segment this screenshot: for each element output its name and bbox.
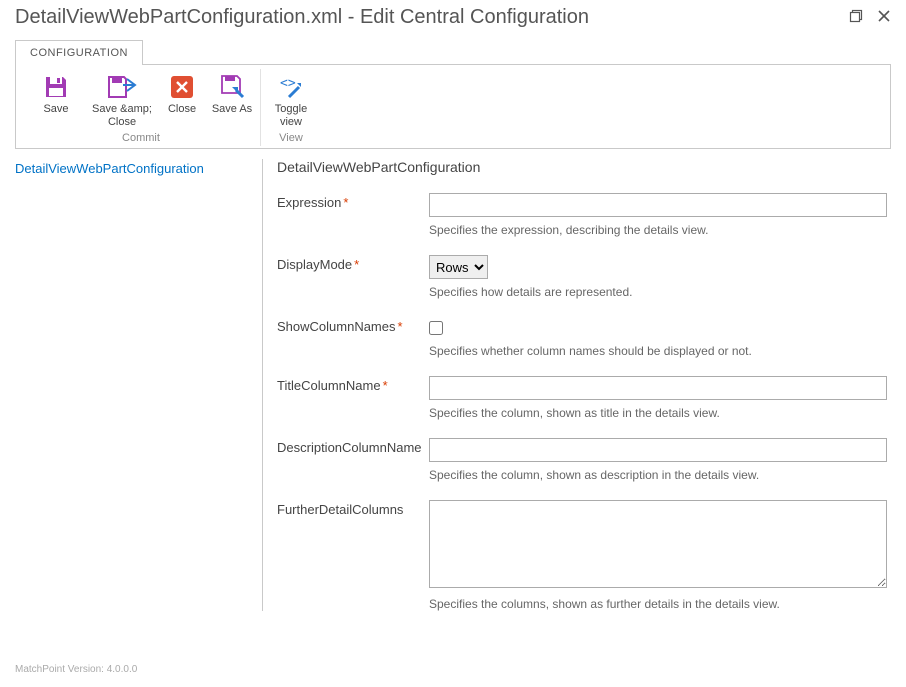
- hint-titlecolumnname: Specifies the column, shown as title in …: [429, 406, 887, 420]
- hint-displaymode: Specifies how details are represented.: [429, 285, 887, 299]
- titlebar: DetailViewWebPartConfiguration.xml - Edi…: [15, 0, 891, 33]
- form-heading: DetailViewWebPartConfiguration: [277, 159, 887, 175]
- close-icon-ribbon: [169, 71, 195, 103]
- save-close-icon: [107, 71, 137, 103]
- expression-input[interactable]: [429, 193, 887, 217]
- save-close-label: Save &amp; Close: [90, 103, 154, 128]
- row-showcolumnnames: ShowColumnNames* Specifies whether colum…: [277, 317, 887, 358]
- save-as-icon: [218, 71, 246, 103]
- nav-item-root[interactable]: DetailViewWebPartConfiguration: [15, 159, 254, 178]
- label-displaymode: DisplayMode*: [277, 255, 429, 272]
- label-expression: Expression*: [277, 193, 429, 210]
- close-label: Close: [168, 103, 196, 116]
- label-descriptioncolumnname: DescriptionColumnName: [277, 438, 429, 455]
- window: DetailViewWebPartConfiguration.xml - Edi…: [0, 0, 906, 687]
- save-as-label: Save As: [212, 103, 252, 116]
- label-titlecolumnname: TitleColumnName*: [277, 376, 429, 393]
- save-label: Save: [43, 103, 68, 116]
- window-controls: [849, 9, 891, 27]
- hint-expression: Specifies the expression, describing the…: [429, 223, 887, 237]
- hint-descriptioncolumnname: Specifies the column, shown as descripti…: [429, 468, 887, 482]
- hint-showcolumnnames: Specifies whether column names should be…: [429, 344, 887, 358]
- ribbon-group-commit-label: Commit: [122, 130, 160, 146]
- required-marker: *: [354, 257, 359, 272]
- close-icon[interactable]: [877, 9, 891, 27]
- vertical-divider: [262, 159, 263, 611]
- toggle-view-button[interactable]: <> Toggle view: [267, 69, 315, 130]
- row-expression: Expression* Specifies the expression, de…: [277, 193, 887, 237]
- toggle-view-label: Toggle view: [267, 103, 315, 128]
- content: DetailViewWebPartConfiguration DetailVie…: [15, 159, 891, 611]
- save-as-button[interactable]: Save As: [210, 69, 254, 130]
- descriptioncolumnname-input[interactable]: [429, 438, 887, 462]
- save-close-button[interactable]: Save &amp; Close: [90, 69, 154, 130]
- save-button[interactable]: Save: [28, 69, 84, 130]
- showcolumnnames-checkbox[interactable]: [429, 321, 443, 335]
- row-furtherdetailcolumns: FurtherDetailColumns Specifies the colum…: [277, 500, 887, 611]
- tabstrip: CONFIGURATION: [15, 39, 891, 64]
- ribbon-group-commit: Save Save &amp; Close Close: [22, 69, 260, 146]
- ribbon-group-view: <> Toggle view View: [260, 69, 321, 146]
- displaymode-select[interactable]: Rows: [429, 255, 488, 279]
- save-icon: [42, 71, 70, 103]
- row-descriptioncolumnname: DescriptionColumnName Specifies the colu…: [277, 438, 887, 482]
- close-button[interactable]: Close: [160, 69, 204, 130]
- form: DetailViewWebPartConfiguration Expressio…: [277, 159, 891, 611]
- required-marker: *: [383, 378, 388, 393]
- svg-text:<>: <>: [280, 76, 296, 91]
- label-furtherdetailcolumns: FurtherDetailColumns: [277, 500, 429, 517]
- tab-configuration[interactable]: CONFIGURATION: [15, 40, 143, 65]
- nav-tree: DetailViewWebPartConfiguration: [15, 159, 262, 611]
- furtherdetailcolumns-textarea[interactable]: [429, 500, 887, 588]
- ribbon: Save Save &amp; Close Close: [15, 64, 891, 149]
- label-showcolumnnames: ShowColumnNames*: [277, 317, 429, 334]
- required-marker: *: [398, 319, 403, 334]
- titlecolumnname-input[interactable]: [429, 376, 887, 400]
- required-marker: *: [343, 195, 348, 210]
- window-title: DetailViewWebPartConfiguration.xml - Edi…: [15, 6, 589, 29]
- row-titlecolumnname: TitleColumnName* Specifies the column, s…: [277, 376, 887, 420]
- maximize-icon[interactable]: [849, 9, 863, 27]
- hint-furtherdetailcolumns: Specifies the columns, shown as further …: [429, 597, 887, 611]
- ribbon-group-view-label: View: [279, 130, 303, 146]
- footer-version: MatchPoint Version: 4.0.0.0: [15, 664, 137, 675]
- row-displaymode: DisplayMode* Rows Specifies how details …: [277, 255, 887, 299]
- toggle-view-icon: <>: [277, 71, 305, 103]
